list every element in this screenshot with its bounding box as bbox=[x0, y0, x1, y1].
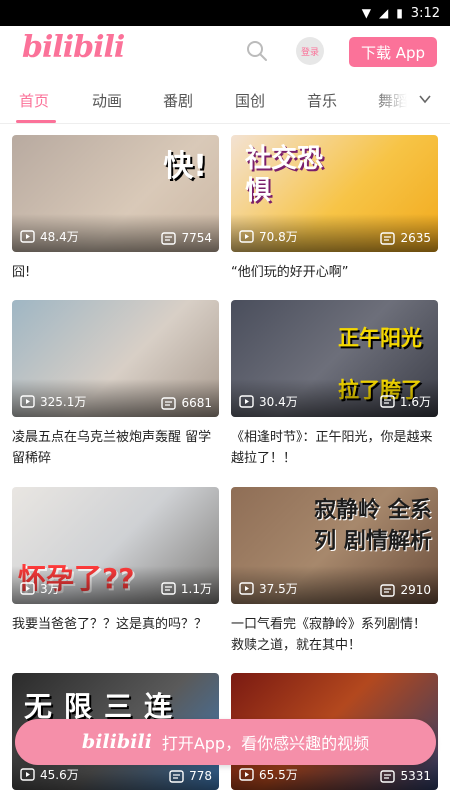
play-count-icon bbox=[20, 582, 35, 595]
video-card[interactable]: 325.1万 6681 凌晨五点在乌克兰被炮声轰醒 留学留稀碎 bbox=[12, 300, 219, 469]
chevron-down-icon[interactable] bbox=[418, 92, 432, 106]
danmaku-count: 1.6万 bbox=[399, 395, 431, 409]
tab-animation[interactable]: 动画 bbox=[92, 90, 122, 111]
status-time: 3:12 bbox=[410, 5, 440, 21]
bilibili-logo[interactable]: bilibili bbox=[22, 30, 125, 65]
view-count: 37.5万 bbox=[259, 582, 298, 596]
banner-logo: bilibili bbox=[81, 731, 152, 753]
login-button[interactable]: 登录 bbox=[296, 37, 324, 65]
status-bar: ▼ ◢ ▮ 3:12 bbox=[0, 0, 450, 26]
play-count-icon bbox=[239, 230, 254, 243]
tab-guochuang[interactable]: 国创 bbox=[235, 90, 265, 111]
video-title[interactable]: 我要当爸爸了？？这是真的吗？？ bbox=[12, 614, 219, 656]
thumbnail-caption: 寂静岭 全系列 剧情解析 bbox=[314, 498, 432, 554]
battery-icon: ▮ bbox=[396, 6, 403, 20]
view-count: 3万 bbox=[40, 582, 60, 596]
video-card[interactable]: 快! 48.4万 7754 囧! bbox=[12, 135, 219, 304]
video-card[interactable]: 怀孕了?? 3万 1.1万 我要当爸爸了？？这是真的吗？？ bbox=[12, 487, 219, 656]
danmaku-icon bbox=[380, 769, 396, 783]
header: bilibili 登录 下载 App bbox=[0, 26, 450, 76]
video-title[interactable]: “他们玩的好开心啊” bbox=[231, 262, 438, 304]
video-card[interactable]: 寂静岭 全系列 剧情解析 37.5万 2910 一口气看完《寂静岭》系列剧情！救… bbox=[231, 487, 438, 656]
danmaku-count: 6681 bbox=[181, 396, 212, 410]
active-tab-indicator bbox=[16, 120, 56, 123]
danmaku-icon bbox=[380, 395, 395, 408]
danmaku-icon bbox=[161, 582, 176, 595]
tab-bangumi[interactable]: 番剧 bbox=[163, 90, 193, 111]
tab-music[interactable]: 音乐 bbox=[307, 90, 337, 111]
category-tabs: 首页 动画 番剧 国创 音乐 舞蹈 bbox=[0, 80, 450, 124]
video-thumbnail[interactable]: 正午阳光 拉了胯了 30.4万 1.6万 bbox=[231, 300, 438, 417]
video-card[interactable]: 正午阳光 拉了胯了 30.4万 1.6万 《相逢时节》：正午阳光，你是越来越拉了… bbox=[231, 300, 438, 469]
danmaku-count: 2910 bbox=[400, 583, 431, 597]
danmaku-icon bbox=[380, 583, 396, 597]
danmaku-count: 1.1万 bbox=[180, 582, 212, 596]
tab-home[interactable]: 首页 bbox=[19, 90, 49, 111]
danmaku-icon bbox=[169, 769, 184, 783]
view-count: 325.1万 bbox=[40, 395, 87, 409]
signal-icon: ◢ bbox=[378, 6, 389, 20]
banner-text: 打开App，看你感兴趣的视频 bbox=[161, 734, 370, 753]
play-count-icon bbox=[239, 395, 254, 408]
danmaku-icon bbox=[380, 231, 396, 245]
danmaku-count: 7754 bbox=[181, 231, 212, 245]
view-count: 48.4万 bbox=[40, 230, 79, 244]
thumbnail-caption: 社交恐惧 bbox=[245, 144, 324, 206]
play-count-icon bbox=[20, 230, 35, 243]
view-count: 30.4万 bbox=[259, 395, 298, 409]
wifi-icon: ▼ bbox=[361, 6, 371, 20]
search-icon[interactable] bbox=[246, 40, 268, 62]
play-count-icon bbox=[20, 395, 35, 408]
view-count: 65.5万 bbox=[259, 768, 298, 782]
play-count-icon bbox=[239, 582, 254, 595]
video-title[interactable]: 《相逢时节》：正午阳光，你是越来越拉了！！ bbox=[231, 427, 438, 469]
video-thumbnail[interactable]: 325.1万 6681 bbox=[12, 300, 219, 417]
video-title[interactable]: 囧! bbox=[12, 262, 219, 304]
play-count-icon bbox=[20, 768, 35, 781]
danmaku-count: 5331 bbox=[400, 769, 431, 783]
thumbnail-caption: 快! bbox=[163, 149, 207, 184]
view-count: 45.6万 bbox=[40, 768, 79, 782]
download-app-button[interactable]: 下载 App bbox=[349, 37, 437, 67]
video-title[interactable]: 凌晨五点在乌克兰被炮声轰醒 留学留稀碎 bbox=[12, 427, 219, 469]
play-count-icon bbox=[239, 768, 254, 781]
danmaku-icon bbox=[161, 231, 177, 245]
video-thumbnail[interactable]: 快! 48.4万 7754 bbox=[12, 135, 219, 252]
view-count: 70.8万 bbox=[259, 230, 298, 244]
video-thumbnail[interactable]: 怀孕了?? 3万 1.1万 bbox=[12, 487, 219, 604]
video-title[interactable]: 一口气看完《寂静岭》系列剧情！救赎之道，就在其中！ bbox=[231, 614, 438, 656]
danmaku-count: 2635 bbox=[400, 231, 431, 245]
video-thumbnail[interactable]: 寂静岭 全系列 剧情解析 37.5万 2910 bbox=[231, 487, 438, 604]
danmaku-icon bbox=[161, 396, 177, 410]
video-thumbnail[interactable]: 社交恐惧 70.8万 2635 bbox=[231, 135, 438, 252]
open-app-banner[interactable]: bilibili 打开App，看你感兴趣的视频 bbox=[15, 719, 436, 765]
danmaku-count: 778 bbox=[189, 769, 212, 783]
video-card[interactable]: 社交恐惧 70.8万 2635 “他们玩的好开心啊” bbox=[231, 135, 438, 304]
